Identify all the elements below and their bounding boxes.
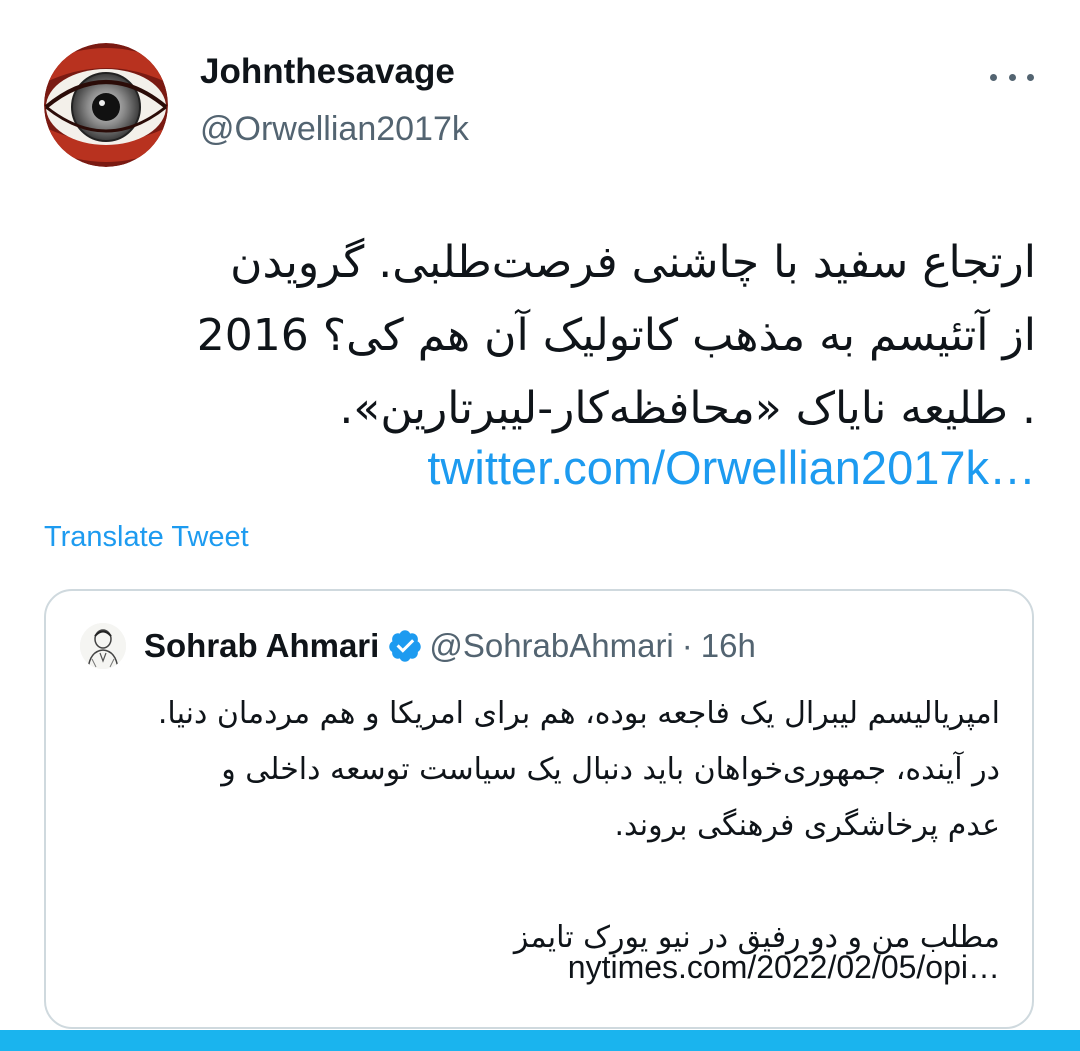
tweet-text-line: ارتجاع سفید با چاشنی فرصت‌طلبی. گرویدن xyxy=(230,237,1036,288)
quoted-tweet-header: Sohrab Ahmari @SohrabAhmari · 16h xyxy=(144,627,756,665)
sketch-portrait-image xyxy=(80,623,126,669)
more-dot xyxy=(1027,73,1034,81)
quoted-text-line: در آینده، جمهوری‌خواهان باید دنبال یک سی… xyxy=(221,752,1000,787)
quoted-text-line: امپریالیسم لیبرال یک فاجعه بوده، هم برای… xyxy=(157,696,1000,731)
more-options-icon[interactable] xyxy=(990,66,1034,88)
author-avatar[interactable] xyxy=(44,43,168,167)
bottom-accent-bar xyxy=(0,1030,1080,1051)
author-handle[interactable]: @Orwellian2017k xyxy=(200,110,469,149)
quoted-text-line: عدم پرخاشگری فرهنگی بروند. xyxy=(614,808,1000,843)
header-separator: · xyxy=(681,627,693,664)
tweet-text-line: . طلیعه نایاک «محافظه‌کار-لیبرتارین». xyxy=(339,383,1036,434)
translate-tweet-link[interactable]: Translate Tweet xyxy=(44,521,249,554)
tweet-link[interactable]: twitter.com/Orwellian2017k… xyxy=(427,440,1036,495)
quoted-author-avatar[interactable] xyxy=(80,623,126,669)
author-display-name[interactable]: Johnthesavage xyxy=(200,52,455,92)
more-dot xyxy=(990,73,997,81)
tweet-text: ارتجاع سفید با چاشنی فرصت‌طلبی. گرویدن ا… xyxy=(40,226,1036,445)
quoted-author-name[interactable]: Sohrab Ahmari xyxy=(144,627,379,665)
tweet-text-line: از آتئیسم به مذهب کاتولیک آن هم کی؟ 2016 xyxy=(196,310,1036,361)
eye-avatar-image xyxy=(44,43,168,167)
quoted-author-handle[interactable]: @SohrabAhmari xyxy=(429,627,673,665)
quoted-tweet-link[interactable]: nytimes.com/2022/02/05/opi… xyxy=(568,949,1000,986)
quoted-tweet-text: امپریالیسم لیبرال یک فاجعه بوده، هم برای… xyxy=(60,686,1000,966)
more-dot xyxy=(1008,73,1016,81)
quoted-tweet-time[interactable]: 16h xyxy=(701,627,756,665)
quoted-tweet-card[interactable]: Sohrab Ahmari @SohrabAhmari · 16h امپریا… xyxy=(44,589,1034,1029)
verified-badge-icon xyxy=(389,630,422,662)
